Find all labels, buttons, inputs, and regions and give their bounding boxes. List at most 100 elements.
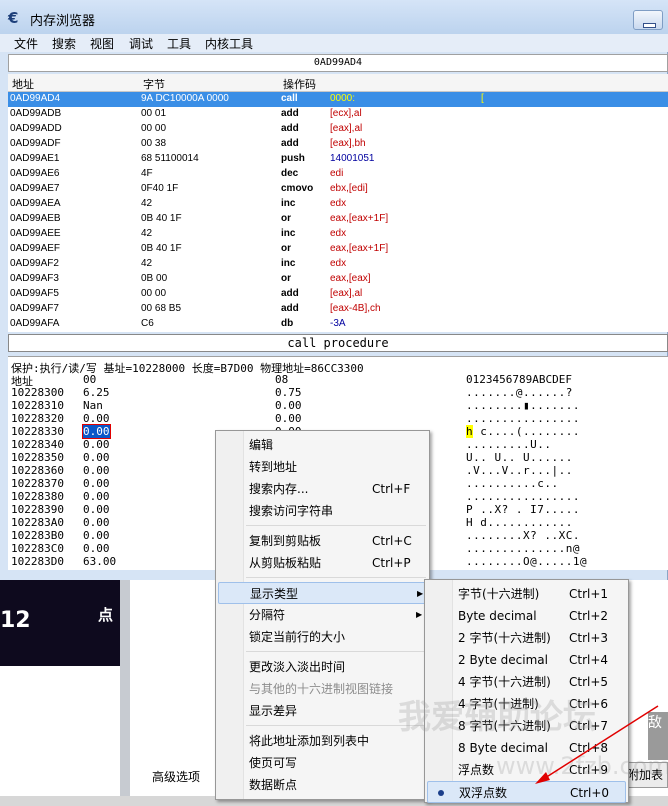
disasm-row[interactable]: 0AD99AEB 0B 40 1F or eax,[eax+1F] bbox=[8, 212, 668, 227]
cheat-engine-icon: € bbox=[8, 9, 19, 27]
hex-row-address: 102283D0 bbox=[11, 555, 64, 568]
title-bar[interactable]: € 内存浏览器 bbox=[0, 0, 668, 34]
disasm-row[interactable]: 0AD99AE6 4F dec edi bbox=[8, 167, 668, 182]
hex-value[interactable]: 0.75 bbox=[275, 386, 302, 399]
disassembler-view[interactable]: 0AD99AD4 9A DC10000A 0000 call 0000: [0AD99A… bbox=[8, 92, 668, 332]
instruction-description: call procedure bbox=[8, 334, 668, 352]
disasm-opcode: dec bbox=[281, 168, 299, 179]
disasm-row[interactable]: 0AD99AE1 68 51100014 push 14001051 bbox=[8, 152, 668, 167]
context-menu-item[interactable]: 将此地址添加到列表中 bbox=[218, 730, 427, 752]
menu-kernel-tools[interactable]: 内核工具 bbox=[205, 35, 253, 52]
header-bytes[interactable]: 字节 bbox=[143, 76, 165, 92]
hex-ascii: P ..X? . I7..... bbox=[466, 503, 580, 516]
header-opcode[interactable]: 操作码 bbox=[283, 76, 316, 92]
hex-ascii: ................ bbox=[466, 490, 580, 503]
context-menu-item[interactable]: 分隔符 ▶ bbox=[218, 604, 427, 626]
disasm-row[interactable]: 0AD99AF7 00 68 B5 add [eax-4B],ch bbox=[8, 302, 668, 317]
context-menu-item[interactable]: 显示类型 ▶ bbox=[218, 582, 427, 604]
menu-debug[interactable]: 调试 bbox=[129, 35, 153, 52]
context-menu-item[interactable]: 更改淡入淡出时间 bbox=[218, 656, 427, 678]
hex-row[interactable]: 10228300 6.25 0.75 .......@......? bbox=[8, 386, 668, 399]
disasm-operand: [eax],bh bbox=[330, 138, 366, 149]
submenu-item[interactable]: 字节(十六进制) Ctrl+1 bbox=[427, 583, 626, 605]
hex-value[interactable]: 63.00 bbox=[83, 555, 116, 568]
disasm-row-selected[interactable]: 0AD99AD4 9A DC10000A 0000 call 0000: [ bbox=[8, 92, 668, 107]
disasm-bytes: 00 00 bbox=[141, 123, 167, 134]
submenu-item[interactable]: 2 Byte decimal Ctrl+4 bbox=[427, 649, 626, 671]
disasm-operand: edx bbox=[330, 228, 347, 239]
disasm-operand: eax,[eax+1F] bbox=[330, 213, 389, 224]
menu-view[interactable]: 视图 bbox=[90, 35, 114, 52]
context-menu-shortcut: Ctrl+C bbox=[372, 534, 412, 548]
disasm-row[interactable]: 0AD99ADB 00 01 add [ecx],al bbox=[8, 107, 668, 122]
hex-value[interactable]: 0.00 bbox=[83, 516, 110, 529]
hex-ascii-text: ........▮....... bbox=[466, 399, 580, 412]
context-menu-label: 从剪贴板粘贴 bbox=[249, 556, 322, 570]
hex-row[interactable]: 10228310 Nan 0.00 ........▮....... bbox=[8, 399, 668, 412]
hex-value[interactable]: 0.00 bbox=[275, 412, 302, 425]
hex-value[interactable]: 0.00 bbox=[83, 503, 110, 516]
advanced-options-button[interactable]: 高级选项 bbox=[152, 768, 200, 785]
hex-value[interactable]: 0.00 bbox=[83, 529, 110, 542]
current-address-bar[interactable]: 0AD99AD4 bbox=[8, 54, 668, 72]
background-number: 12 bbox=[0, 608, 31, 633]
context-menu-item[interactable]: 搜索内存... Ctrl+F bbox=[218, 478, 427, 500]
hex-value[interactable]: Nan bbox=[83, 399, 103, 412]
context-menu-item[interactable]: 显示差异 bbox=[218, 700, 427, 722]
disasm-row[interactable]: 0AD99AEE 42 inc edx bbox=[8, 227, 668, 242]
submenu-item[interactable]: Byte decimal Ctrl+2 bbox=[427, 605, 626, 627]
disasm-row[interactable]: 0AD99AF5 00 00 add [eax],al bbox=[8, 287, 668, 302]
disasm-row[interactable]: 0AD99ADF 00 38 add [eax],bh bbox=[8, 137, 668, 152]
hex-ascii: H d............ bbox=[466, 516, 573, 529]
disasm-cursor: [ bbox=[481, 93, 484, 104]
context-menu-item[interactable]: 锁定当前行的大小 bbox=[218, 626, 427, 648]
menu-file[interactable]: 文件 bbox=[14, 35, 38, 52]
hex-value[interactable]: 0.00 bbox=[83, 490, 110, 503]
disasm-row[interactable]: 0AD99AF2 42 inc edx bbox=[8, 257, 668, 272]
disasm-opcode: or bbox=[281, 243, 291, 254]
menu-tools[interactable]: 工具 bbox=[167, 35, 191, 52]
context-menu-item[interactable]: 使页可写 bbox=[218, 752, 427, 774]
disasm-operand: [eax],al bbox=[330, 123, 363, 134]
header-address[interactable]: 地址 bbox=[12, 76, 34, 92]
hex-value[interactable]: 0.00 bbox=[83, 542, 110, 555]
hex-value[interactable]: 0.00 bbox=[83, 451, 110, 464]
hex-row[interactable]: 10228320 0.00 0.00................ bbox=[8, 412, 668, 425]
submenu-item-double-selected[interactable]: 双浮点数 Ctrl+0 bbox=[427, 781, 626, 803]
disasm-row[interactable]: 0AD99AEF 0B 40 1F or eax,[eax+1F] bbox=[8, 242, 668, 257]
hex-ascii-text: H d............ bbox=[466, 516, 573, 529]
hex-value[interactable]: 6.25 bbox=[83, 386, 110, 399]
disasm-bytes: 42 bbox=[141, 228, 153, 239]
hex-value[interactable]: 0.00 bbox=[83, 412, 110, 425]
hex-row-address: 10228370 bbox=[11, 477, 64, 490]
hex-value[interactable]: 0.00 bbox=[83, 438, 110, 451]
disasm-row[interactable]: 0AD99AEA 42 inc edx bbox=[8, 197, 668, 212]
context-menu-item[interactable]: 搜索访问字符串 bbox=[218, 500, 427, 522]
hex-ascii-text: ..........c.. bbox=[466, 477, 559, 490]
disasm-row[interactable]: 0AD99ADD 00 00 add [eax],al bbox=[8, 122, 668, 137]
background-window-edge bbox=[120, 580, 130, 806]
disasm-opcode: inc bbox=[281, 228, 296, 239]
disasm-opcode: add bbox=[281, 303, 299, 314]
hex-value[interactable]: 0.00 bbox=[83, 464, 110, 477]
context-menu-item[interactable]: 转到地址 bbox=[218, 456, 427, 478]
context-menu-item[interactable]: 数据断点 bbox=[218, 774, 427, 796]
hex-ascii-text: ........O@.....1@ bbox=[466, 555, 588, 568]
disasm-operand: 14001051 bbox=[330, 153, 375, 164]
disasm-row[interactable]: 0AD99AF3 0B 00 or eax,[eax] bbox=[8, 272, 668, 287]
background-gray-tab-label: 敌 bbox=[648, 715, 662, 731]
context-menu-item[interactable]: 从剪贴板粘贴 Ctrl+P bbox=[218, 552, 427, 574]
hex-value-selected[interactable]: 0.00 bbox=[82, 424, 111, 439]
hex-value[interactable]: 0.00 bbox=[275, 399, 302, 412]
disasm-row[interactable]: 0AD99AFA C6 db -3A bbox=[8, 317, 668, 332]
menu-search[interactable]: 搜索 bbox=[52, 35, 76, 52]
context-menu-item[interactable]: 编辑 bbox=[218, 434, 427, 456]
minimize-button[interactable] bbox=[633, 10, 663, 30]
disasm-opcode: add bbox=[281, 288, 299, 299]
submenu-item[interactable]: 2 字节(十六进制) Ctrl+3 bbox=[427, 627, 626, 649]
context-menu-item[interactable]: 复制到剪贴板 Ctrl+C bbox=[218, 530, 427, 552]
disasm-address: 0AD99AE1 bbox=[10, 153, 60, 164]
hex-value[interactable]: 0.00 bbox=[83, 477, 110, 490]
disasm-row[interactable]: 0AD99AE7 0F40 1F cmovo ebx,[edi] bbox=[8, 182, 668, 197]
hex-header-col0: 00 bbox=[83, 373, 97, 386]
